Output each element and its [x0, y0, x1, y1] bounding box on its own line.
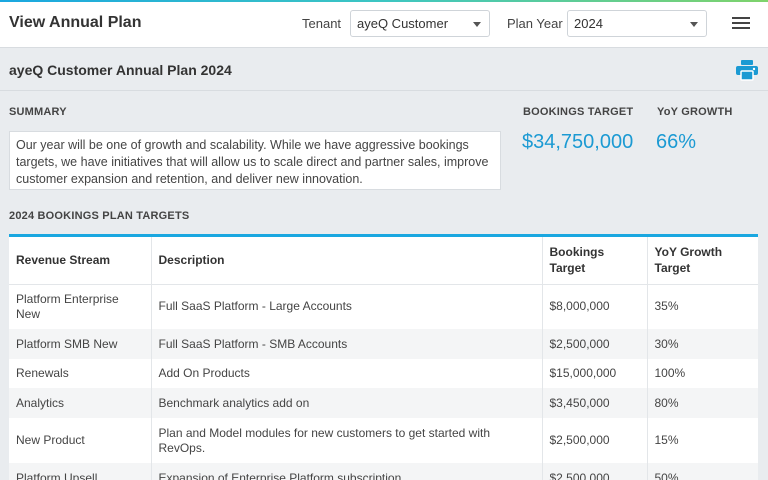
- column-header: Description: [151, 237, 543, 285]
- chevron-down-icon: [473, 22, 481, 27]
- accent-stripe: [0, 0, 768, 2]
- bookings-target-cell: $2,500,000: [542, 418, 648, 463]
- revenue-stream-cell: Platform Upsell: [9, 463, 152, 480]
- description-cell: Expansion of Enterprise Platform subscri…: [151, 463, 543, 480]
- description-cell: Plan and Model modules for new customers…: [151, 418, 543, 463]
- column-header: Revenue Stream: [9, 237, 152, 285]
- revenue-stream-cell: Analytics: [9, 388, 152, 418]
- bookings-target-cell: $2,500,000: [542, 463, 648, 480]
- growth-target-cell: 35%: [654, 299, 679, 314]
- growth-target-cell: 80%: [647, 388, 758, 418]
- table-row: New Product Plan and Model modules for n…: [9, 418, 758, 463]
- column-header: Bookings Target: [542, 237, 648, 285]
- revenue-stream-cell: New Product: [9, 418, 152, 463]
- description-cell: Benchmark analytics add on: [151, 388, 543, 418]
- bookings-target-label: BOOKINGS TARGET: [523, 106, 634, 118]
- growth-target-cell: 15%: [654, 433, 679, 447]
- summary-label: SUMMARY: [9, 106, 67, 118]
- table-row: Platform SMB New Full SaaS Platform - SM…: [9, 329, 758, 359]
- page-title: View Annual Plan: [9, 14, 142, 31]
- column-header: YoY Growth Target: [647, 237, 758, 285]
- revenue-stream-cell: Platform SMB New: [9, 329, 152, 359]
- chevron-down-icon: [690, 22, 698, 27]
- yoy-growth-value: 66%: [656, 131, 697, 153]
- growth-target-cell: 100%: [654, 366, 686, 380]
- bookings-target-cell: $3,450,000: [542, 388, 648, 418]
- bookings-target-cell: $15,000,000: [542, 359, 648, 388]
- bookings-target-cell: $8,000,000: [542, 284, 648, 329]
- tenant-select-value: ayeQ Customer: [357, 16, 449, 31]
- table-row: Platform Upsell Expansion of Enterprise …: [9, 463, 758, 480]
- table-row: Analytics Benchmark analytics add on $3,…: [9, 388, 758, 418]
- revenue-stream-cell: Platform Enterprise New: [9, 284, 152, 329]
- targets-section-label: 2024 BOOKINGS PLAN TARGETS: [9, 210, 190, 222]
- table-row: Renewals Add On Products $15,000,000 100…: [9, 359, 758, 388]
- description-cell: Add On Products: [151, 359, 543, 388]
- growth-target-cell: 50%: [647, 463, 758, 480]
- summary-text: Our year will be one of growth and scala…: [9, 131, 501, 190]
- table-row: Platform Enterprise New Full SaaS Platfo…: [9, 284, 758, 329]
- bookings-target-cell: $2,500,000: [542, 329, 648, 359]
- tenant-label: Tenant: [302, 16, 342, 31]
- divider: [0, 90, 768, 91]
- hamburger-menu-icon[interactable]: [731, 14, 751, 34]
- tenant-select[interactable]: ayeQ Customer: [350, 10, 490, 37]
- description-cell: Full SaaS Platform - Large Accounts: [151, 284, 543, 329]
- plan-year-select-value: 2024: [574, 16, 603, 31]
- table-header-row: Revenue Stream Description Bookings Targ…: [9, 237, 758, 285]
- description-cell: Full SaaS Platform - SMB Accounts: [151, 329, 543, 359]
- plan-year-label: Plan Year: [507, 16, 563, 31]
- top-bar: View Annual Plan Tenant ayeQ Customer Pl…: [0, 0, 768, 48]
- plan-year-select[interactable]: 2024: [567, 10, 707, 37]
- revenue-stream-cell: Renewals: [9, 359, 152, 388]
- growth-target-cell: 30%: [647, 329, 758, 359]
- plan-title: ayeQ Customer Annual Plan 2024: [9, 62, 232, 78]
- bookings-target-value: $34,750,000: [522, 131, 634, 153]
- printer-icon[interactable]: [735, 59, 759, 81]
- targets-table: Revenue Stream Description Bookings Targ…: [9, 234, 758, 480]
- yoy-growth-label: YoY GROWTH: [657, 106, 733, 118]
